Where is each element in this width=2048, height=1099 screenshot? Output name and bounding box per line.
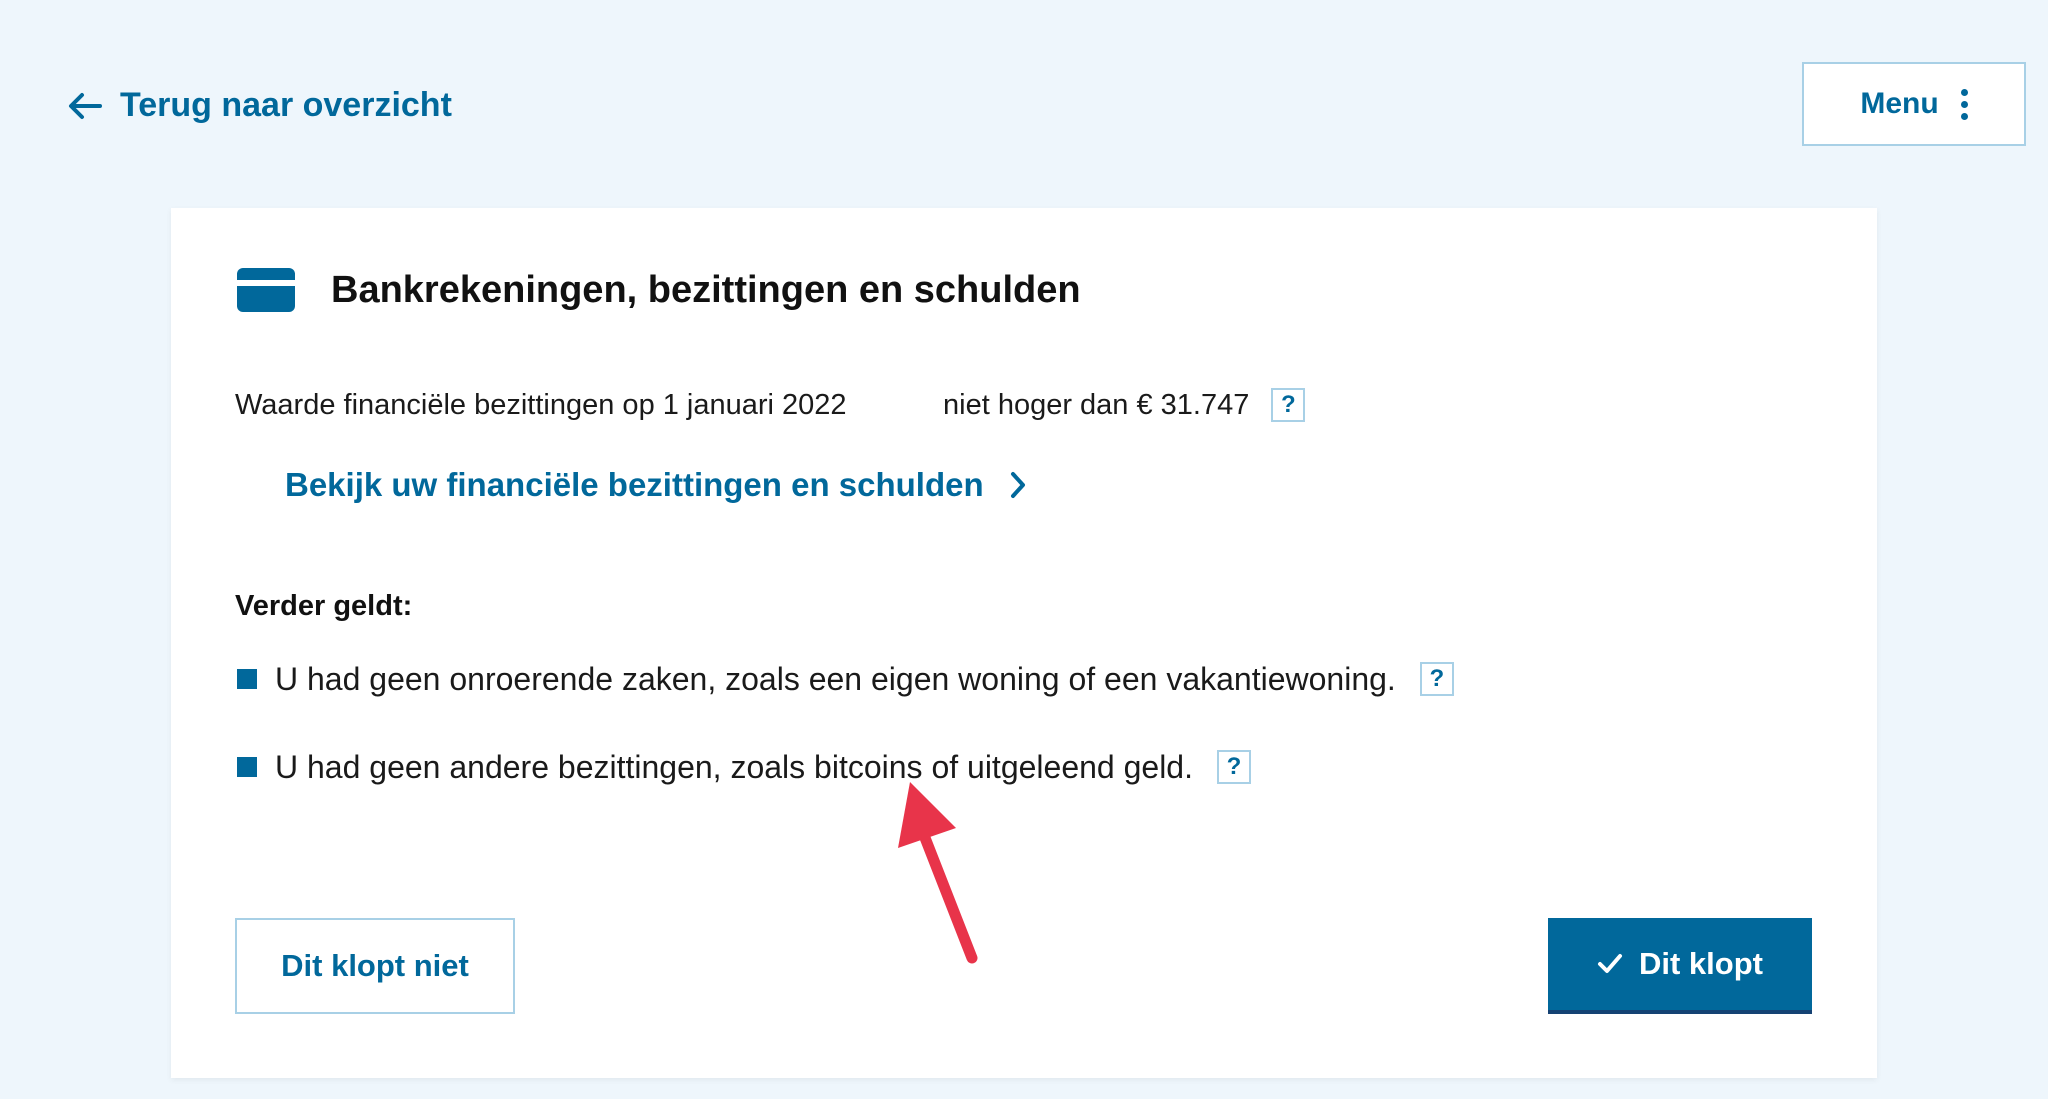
arrow-left-icon [69, 92, 102, 119]
list-item-text: U had geen andere bezittingen, zoals bit… [275, 748, 1193, 785]
help-button-value[interactable]: ? [1271, 388, 1306, 422]
card-title: Bankrekeningen, bezittingen en schulden [331, 268, 1081, 311]
card-header: Bankrekeningen, bezittingen en schulden [237, 268, 1081, 312]
financial-assets-value-row: Waarde financiële bezittingen op 1 janua… [235, 388, 1306, 422]
incorrect-button[interactable]: Dit klopt niet [235, 918, 515, 1014]
view-assets-link-label: Bekijk uw financiële bezittingen en schu… [285, 466, 984, 503]
assets-card: Bankrekeningen, bezittingen en schulden … [171, 208, 1877, 1078]
conditions-list: U had geen onroerende zaken, zoals een e… [237, 654, 1454, 830]
incorrect-button-label: Dit klopt niet [281, 948, 469, 983]
list-item: U had geen andere bezittingen, zoals bit… [237, 742, 1454, 792]
more-vertical-icon [1960, 88, 1968, 120]
correct-button[interactable]: Dit klopt [1548, 918, 1812, 1014]
red-arrow-annotation [898, 782, 978, 964]
bullet-square-icon [237, 757, 257, 777]
back-link-label: Terug naar overzicht [120, 86, 452, 124]
correct-button-label: Dit klopt [1639, 946, 1763, 981]
menu-label: Menu [1860, 87, 1939, 120]
check-icon [1598, 954, 1622, 973]
back-to-overview-link[interactable]: Terug naar overzicht [68, 86, 452, 125]
financial-assets-value: niet hoger dan € 31.747 [943, 388, 1250, 421]
view-assets-link[interactable]: Bekijk uw financiële bezittingen en schu… [285, 466, 1026, 504]
menu-button[interactable]: Menu [1802, 62, 2026, 146]
list-item: U had geen onroerende zaken, zoals een e… [237, 654, 1454, 704]
credit-card-icon [237, 268, 295, 312]
chevron-right-icon [1010, 472, 1025, 498]
financial-assets-label: Waarde financiële bezittingen op 1 janua… [235, 388, 847, 421]
help-button-other-assets[interactable]: ? [1216, 750, 1251, 784]
help-button-real-estate[interactable]: ? [1419, 662, 1454, 696]
list-item-text: U had geen onroerende zaken, zoals een e… [275, 660, 1396, 697]
further-applies-heading: Verder geldt: [235, 590, 413, 622]
bullet-square-icon [237, 669, 257, 689]
